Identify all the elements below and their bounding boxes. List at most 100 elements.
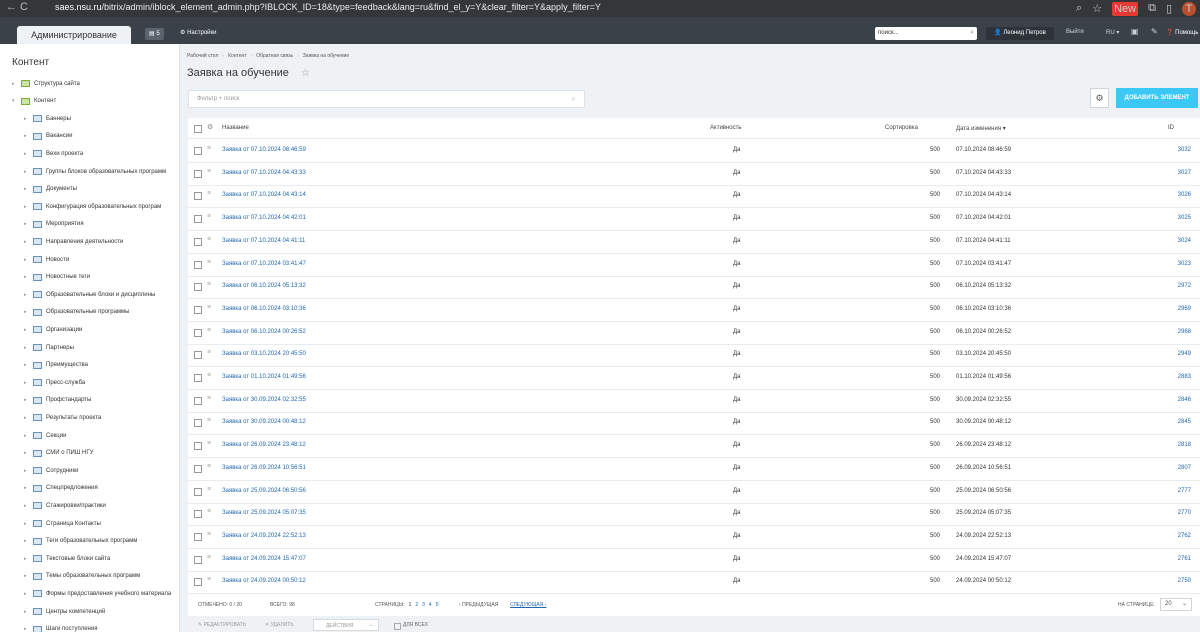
element-id-link[interactable]: 3025	[1148, 215, 1191, 221]
element-name-link[interactable]: Заявка от 06.10.2024 05:13:32	[222, 283, 306, 289]
edit-button[interactable]: ✎ РЕДАКТИРОВАТЬ	[198, 622, 246, 628]
sidebar-item[interactable]: ▸ Организации	[0, 321, 179, 338]
table-row[interactable]: ≡ Заявка от 07.10.2024 04:43:33 Да 500 07.10…	[188, 163, 1200, 186]
row-checkbox[interactable]	[194, 555, 202, 564]
table-row[interactable]: ≡ Заявка от 01.10.2024 01:49:56 Да 500 01.10…	[188, 367, 1200, 390]
sidebar-item[interactable]: ▸ Структура сайта	[0, 75, 179, 92]
row-menu-icon[interactable]: ≡	[207, 531, 211, 538]
zoom-icon[interactable]: ⌕	[1076, 2, 1082, 15]
element-id-link[interactable]: 3024	[1148, 238, 1191, 244]
row-checkbox[interactable]	[194, 374, 202, 382]
column-settings-icon[interactable]: ⚙	[207, 123, 213, 131]
chevron-right-icon[interactable]: ▸	[24, 345, 30, 351]
row-checkbox[interactable]	[194, 328, 202, 337]
element-id-link[interactable]: 3032	[1148, 147, 1191, 153]
sidebar-item[interactable]: ▸ Баннеры	[0, 110, 179, 127]
sidebar-item[interactable]: ▸ Центры компетенций	[0, 603, 179, 620]
element-name-link[interactable]: Заявка от 07.10.2024 03:41:47	[222, 261, 306, 267]
element-name-link[interactable]: Заявка от 07.10.2024 08:46:59	[222, 147, 306, 153]
table-row[interactable]: ≡ Заявка от 30.09.2024 00:48:12 Да 500 30.09…	[188, 412, 1200, 436]
row-menu-icon[interactable]: ≡	[207, 576, 211, 583]
breadcrumb-item[interactable]: Рабочий стол	[187, 53, 218, 59]
table-row[interactable]: ≡ Заявка от 24.09.2024 00:50:12 Да 500 24.09…	[188, 571, 1200, 595]
sidebar-item[interactable]: ▸ Спецпредложения	[0, 480, 179, 497]
sidebar-item[interactable]: ▸ Вехи проекта	[0, 145, 179, 162]
select-all-checkbox[interactable]	[194, 125, 202, 133]
row-checkbox[interactable]	[194, 305, 202, 314]
element-id-link[interactable]: 3026	[1148, 192, 1191, 198]
search-icon[interactable]: ⌕	[572, 94, 576, 104]
element-id-link[interactable]: 2972	[1148, 283, 1191, 289]
extension-new-badge[interactable]: New	[1112, 1, 1139, 16]
per-page-select[interactable]: 20 ⌄	[1160, 598, 1192, 611]
row-checkbox[interactable]	[194, 396, 202, 405]
element-name-link[interactable]: Заявка от 24.09.2024 00:50:12	[222, 578, 306, 584]
sidebar-item[interactable]: ▸ Пресс-служба	[0, 374, 179, 391]
row-checkbox[interactable]	[194, 351, 202, 360]
logout-link[interactable]: Выйти	[1066, 29, 1084, 35]
row-checkbox[interactable]	[194, 419, 202, 428]
favorite-star-icon[interactable]: ☆	[301, 68, 310, 79]
table-row[interactable]: ≡ Заявка от 03.10.2024 20:45:50 Да 500 03.10…	[188, 344, 1200, 368]
chevron-right-icon[interactable]: ▸	[24, 609, 30, 615]
element-name-link[interactable]: Заявка от 26.09.2024 10:56:51	[222, 465, 306, 471]
element-id-link[interactable]: 2761	[1148, 556, 1191, 562]
row-menu-icon[interactable]: ≡	[207, 327, 211, 334]
element-id-link[interactable]: 2845	[1148, 419, 1191, 425]
row-checkbox[interactable]	[194, 283, 202, 292]
row-menu-icon[interactable]: ≡	[207, 259, 211, 266]
sidebar-item[interactable]: ▸ Текстовые блоки сайта	[0, 550, 179, 567]
row-checkbox[interactable]	[194, 147, 202, 155]
chevron-right-icon[interactable]: ▸	[24, 151, 30, 157]
row-menu-icon[interactable]: ≡	[207, 349, 211, 356]
sidebar-item[interactable]: ▸ Теги образовательных программ	[0, 533, 179, 550]
help-link[interactable]: ❓ Помощь	[1166, 29, 1198, 36]
pin-icon[interactable]: ✎	[1151, 27, 1158, 36]
sidebar-item[interactable]: ▸ Новости	[0, 251, 179, 268]
for-all-checkbox[interactable]	[394, 623, 401, 630]
window-icon[interactable]: ▣	[1131, 27, 1139, 36]
element-name-link[interactable]: Заявка от 26.09.2024 23:48:12	[222, 442, 306, 448]
sidebar-item[interactable]: ▸ Профстандарты	[0, 392, 179, 409]
row-menu-icon[interactable]: ≡	[207, 304, 211, 311]
chevron-right-icon[interactable]: ▸	[24, 538, 30, 544]
row-menu-icon[interactable]: ≡	[207, 236, 211, 243]
sidebar-item[interactable]: ▸ СМИ о ПИШ НГУ	[0, 445, 179, 462]
column-sort[interactable]: Сортировка	[885, 125, 918, 131]
row-menu-icon[interactable]: ≡	[207, 168, 211, 175]
element-id-link[interactable]: 3023	[1148, 261, 1191, 267]
table-row[interactable]: ≡ Заявка от 24.09.2024 22:52:13 Да 500 24.09…	[188, 526, 1200, 549]
notifications-counter[interactable]: ▤ 5	[145, 28, 164, 40]
sidebar-item[interactable]: ▸ Секции	[0, 427, 179, 444]
element-id-link[interactable]: 2949	[1148, 351, 1191, 357]
sidebar-item[interactable]: ▸ Партнеры	[0, 339, 179, 356]
sidebar-item[interactable]: ▸ Вакансии	[0, 128, 179, 145]
table-row[interactable]: ≡ Заявка от 06.10.2024 05:13:32 Да 500 06.10…	[188, 276, 1200, 300]
element-name-link[interactable]: Заявка от 07.10.2024 04:42:01	[222, 215, 306, 221]
table-row[interactable]: ≡ Заявка от 06.10.2024 00:26:52 Да 500 06.10…	[188, 322, 1200, 345]
sidebar-item[interactable]: ▸ Формы предоставления учебного материала	[0, 585, 179, 602]
table-row[interactable]: ≡ Заявка от 06.10.2024 03:10:36 Да 500 06.10…	[188, 299, 1200, 322]
bookmark-star-icon[interactable]: ☆	[1092, 2, 1102, 15]
row-checkbox[interactable]	[194, 442, 202, 451]
chevron-right-icon[interactable]: ▸	[24, 292, 30, 298]
chevron-down-icon[interactable]: ▾	[12, 98, 18, 104]
sidebar-item[interactable]: ▸ Результаты проекта	[0, 409, 179, 426]
chevron-right-icon[interactable]: ▸	[24, 433, 30, 439]
chevron-right-icon[interactable]: ▸	[24, 327, 30, 333]
next-page-link[interactable]: СЛЕДУЮЩАЯ ›	[510, 602, 546, 608]
element-name-link[interactable]: Заявка от 07.10.2024 04:43:14	[222, 192, 306, 198]
element-id-link[interactable]: 2762	[1148, 533, 1191, 539]
actions-select[interactable]: ДЕЙСТВИЯ ⌄	[313, 619, 379, 631]
row-menu-icon[interactable]: ≡	[207, 486, 211, 493]
column-date[interactable]: Дата изменения ▾	[956, 125, 1006, 132]
chevron-right-icon[interactable]: ▸	[24, 591, 30, 597]
sidebar-item[interactable]: ▸ Мероприятия	[0, 216, 179, 233]
element-id-link[interactable]: 2883	[1148, 374, 1191, 380]
row-checkbox[interactable]	[194, 487, 202, 496]
chevron-right-icon[interactable]: ▸	[24, 257, 30, 263]
chevron-right-icon[interactable]: ▸	[24, 204, 30, 210]
page-link[interactable]: 4	[429, 602, 432, 608]
chevron-right-icon[interactable]: ▸	[12, 81, 18, 87]
row-checkbox[interactable]	[194, 215, 202, 224]
